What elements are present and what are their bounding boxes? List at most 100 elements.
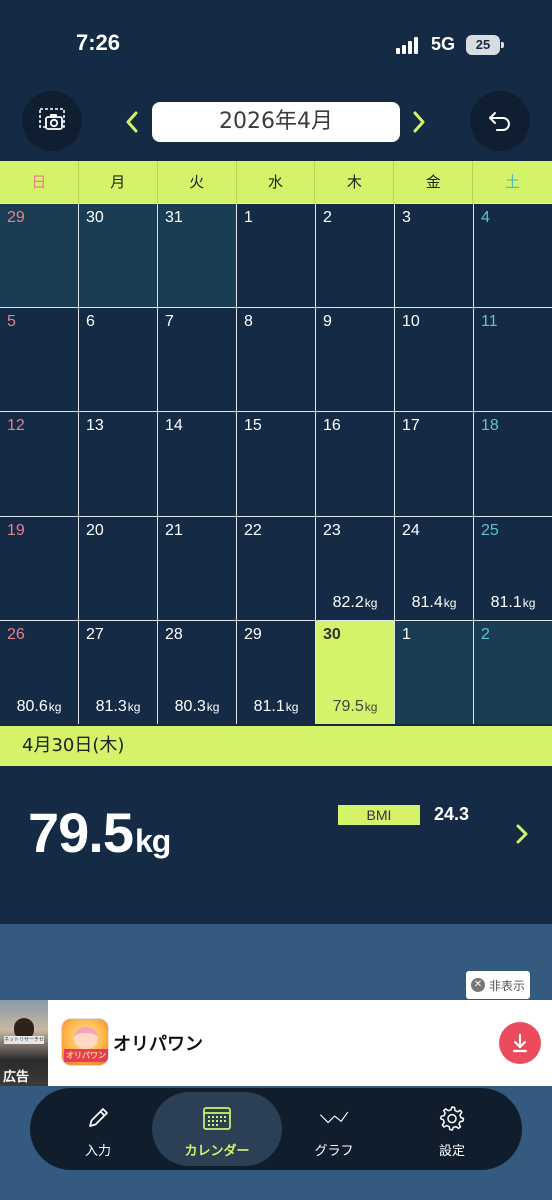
day-weight: 79.5kg bbox=[316, 698, 394, 716]
calendar-day[interactable]: 24 81.4kg bbox=[395, 516, 473, 620]
day-number: 14 bbox=[165, 417, 183, 435]
calendar-day[interactable]: 25 81.1kg bbox=[474, 516, 552, 620]
day-number: 8 bbox=[244, 313, 253, 331]
gear-icon bbox=[437, 1104, 467, 1132]
calendar-day[interactable]: 9 bbox=[316, 308, 394, 412]
day-number: 6 bbox=[86, 313, 95, 331]
calendar-day[interactable]: 31 bbox=[158, 204, 236, 308]
day-weight: 81.3kg bbox=[79, 698, 157, 716]
day-number: 11 bbox=[481, 313, 498, 331]
calendar-day[interactable]: 7 bbox=[158, 308, 236, 412]
day-number: 18 bbox=[481, 417, 499, 435]
day-number: 24 bbox=[402, 521, 420, 539]
calendar-day[interactable]: 14 bbox=[158, 412, 236, 516]
weekday-mon: 月 bbox=[79, 161, 158, 203]
calendar-day[interactable]: 29 bbox=[0, 204, 78, 308]
day-weight-unit: kg bbox=[127, 699, 141, 714]
calendar-day[interactable]: 2 bbox=[316, 204, 394, 308]
calendar-day[interactable]: 28 80.3kg bbox=[158, 620, 236, 724]
calendar-day[interactable]: 11 bbox=[474, 308, 552, 412]
calendar-day[interactable]: 8 bbox=[237, 308, 315, 412]
day-weight-unit: kg bbox=[522, 595, 536, 610]
calendar-day[interactable]: 5 bbox=[0, 308, 78, 412]
tab-input[interactable]: 入力 bbox=[68, 1088, 128, 1170]
day-number: 2 bbox=[323, 209, 332, 226]
day-weight-unit: kg bbox=[285, 699, 299, 714]
next-month-button[interactable] bbox=[407, 104, 431, 140]
chevron-right-icon[interactable] bbox=[512, 820, 532, 848]
weight-detail-panel[interactable]: 79.5kg BMI 24.3 bbox=[0, 766, 552, 924]
day-weight-unit: kg bbox=[364, 595, 378, 610]
day-number: 23 bbox=[323, 521, 341, 539]
calendar-day[interactable]: 17 bbox=[395, 412, 473, 516]
day-weight-unit: kg bbox=[48, 699, 62, 714]
selected-weight: 79.5kg bbox=[28, 800, 171, 865]
tab-settings-label: 設定 bbox=[438, 1144, 465, 1159]
tab-settings[interactable]: 設定 bbox=[422, 1088, 482, 1170]
calendar-day[interactable]: 29 81.1kg bbox=[237, 620, 315, 724]
ad-app-icon: オリパワン bbox=[61, 1018, 109, 1066]
calendar-day[interactable]: 2 bbox=[474, 620, 552, 724]
day-number: 17 bbox=[402, 417, 420, 435]
calendar-day[interactable]: 13 bbox=[79, 412, 157, 516]
tab-graph-label: グラフ bbox=[314, 1144, 354, 1159]
calendar-day[interactable]: 16 bbox=[316, 412, 394, 516]
calendar-day[interactable]: 22 bbox=[237, 516, 315, 620]
tab-calendar[interactable]: カレンダー bbox=[152, 1088, 282, 1170]
weekday-thu: 木 bbox=[315, 161, 395, 203]
month-title[interactable]: 2026年4月 bbox=[152, 102, 400, 142]
status-time: 7:26 bbox=[76, 30, 121, 55]
day-number: 7 bbox=[165, 313, 174, 331]
weekday-header: 日 月 火 水 木 金 土 bbox=[0, 161, 552, 203]
selected-weight-value: 79.5 bbox=[28, 801, 134, 864]
tab-bar: 入力 カレンダー グラフ 設定 bbox=[30, 1088, 522, 1170]
calendar-day[interactable]: 6 bbox=[79, 308, 157, 412]
calendar-day[interactable]: 30 bbox=[79, 204, 157, 308]
download-icon bbox=[512, 1033, 528, 1053]
day-weight-value: 80.6 bbox=[16, 697, 48, 715]
day-number: 4 bbox=[481, 209, 490, 226]
day-number: 10 bbox=[402, 313, 420, 331]
day-number: 20 bbox=[86, 521, 104, 539]
ad-download-button[interactable] bbox=[499, 1022, 541, 1064]
screenshot-button[interactable] bbox=[22, 91, 82, 151]
calendar-day[interactable]: 10 bbox=[395, 308, 473, 412]
calendar-day[interactable]: 21 bbox=[158, 516, 236, 620]
selected-date-label: 4月30日(木) bbox=[0, 726, 552, 766]
day-number: 30 bbox=[323, 625, 341, 643]
calendar-day[interactable]: 4 bbox=[474, 204, 552, 308]
calendar-day-selected[interactable]: 30 79.5kg bbox=[316, 620, 394, 724]
calendar-day[interactable]: 12 bbox=[0, 412, 78, 516]
undo-button[interactable] bbox=[470, 91, 530, 151]
close-icon: ✕ bbox=[470, 978, 485, 992]
prev-month-button[interactable] bbox=[120, 104, 144, 140]
ad-banner[interactable]: ネットリサーチセンター 広告 オリパワン オリパワン bbox=[0, 1000, 552, 1086]
day-number: 9 bbox=[323, 313, 332, 331]
battery-level: 25 bbox=[466, 35, 500, 55]
day-number: 29 bbox=[7, 209, 25, 226]
network-type: 5G bbox=[431, 34, 456, 54]
tab-graph[interactable]: グラフ bbox=[304, 1088, 364, 1170]
calendar-day[interactable]: 15 bbox=[237, 412, 315, 516]
day-number: 1 bbox=[244, 209, 253, 226]
hide-ad-button[interactable]: ✕ 非表示 bbox=[466, 971, 530, 999]
bmi-value: 24.3 bbox=[434, 804, 470, 824]
calendar-day[interactable]: 1 bbox=[395, 620, 473, 724]
calendar-day[interactable]: 23 82.2kg bbox=[316, 516, 394, 620]
calendar-day[interactable]: 19 bbox=[0, 516, 78, 620]
day-number: 16 bbox=[323, 417, 341, 435]
day-weight: 82.2kg bbox=[316, 594, 394, 612]
day-number: 25 bbox=[481, 521, 499, 539]
day-number: 27 bbox=[86, 625, 104, 643]
calendar-day[interactable]: 3 bbox=[395, 204, 473, 308]
calendar-day[interactable]: 1 bbox=[237, 204, 315, 308]
calendar-grid: 29 30 31 1 2 3 4 5 6 7 8 9 10 11 12 13 14 15 16 17 18 19 20 21 2… bbox=[0, 203, 552, 724]
calendar-day[interactable]: 27 81.3kg bbox=[79, 620, 157, 724]
chevron-left-icon bbox=[126, 111, 138, 133]
calendar-day[interactable]: 26 80.6kg bbox=[0, 620, 78, 724]
ad-app-name: オリパワン bbox=[113, 1034, 203, 1055]
calendar-day[interactable]: 20 bbox=[79, 516, 157, 620]
chevron-right-icon bbox=[413, 111, 425, 133]
undo-icon bbox=[489, 112, 510, 131]
calendar-day[interactable]: 18 bbox=[474, 412, 552, 516]
